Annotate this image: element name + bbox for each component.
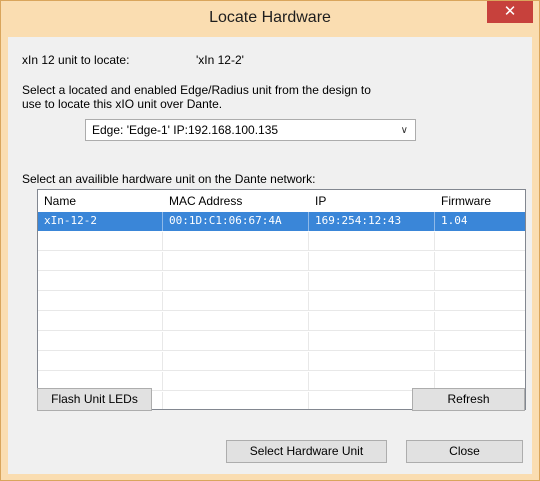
empty-row: [38, 232, 525, 251]
instruction-line-1: Select a located and enabled Edge/Radius…: [22, 83, 371, 97]
empty-row: [38, 332, 525, 351]
dialog-body: xIn 12 unit to locate: 'xIn 12-2' Select…: [8, 37, 532, 474]
column-header-ip[interactable]: IP: [315, 194, 326, 209]
close-icon: ✕: [503, 3, 517, 20]
empty-row: [38, 312, 525, 331]
empty-row: [38, 292, 525, 311]
refresh-button[interactable]: Refresh: [412, 388, 525, 411]
edge-unit-select[interactable]: Edge: 'Edge-1' IP:192.168.100.135 ∨: [85, 119, 416, 141]
column-header-mac[interactable]: MAC Address: [169, 194, 242, 209]
chevron-down-icon[interactable]: ∨: [401, 123, 408, 138]
close-window-button[interactable]: ✕: [487, 1, 533, 23]
empty-row: [38, 272, 525, 291]
cell-firmware: 1.04: [441, 214, 468, 227]
instruction-line-2: use to locate this xIO unit over Dante.: [22, 97, 223, 111]
empty-row: [38, 252, 525, 271]
cell-mac: 00:1D:C1:06:67:4A: [163, 212, 309, 231]
locate-hardware-window: Locate Hardware ✕ xIn 12 unit to locate:…: [0, 0, 540, 481]
cell-ip: 169:254:12:43: [309, 212, 435, 231]
table-header: Name MAC Address IP Firmware: [38, 190, 525, 212]
column-header-firmware[interactable]: Firmware: [441, 194, 491, 209]
column-header-name[interactable]: Name: [44, 194, 76, 209]
hardware-units-table[interactable]: Name MAC Address IP Firmware xIn-12-2 00…: [37, 189, 526, 410]
close-button[interactable]: Close: [406, 440, 523, 463]
locate-unit-label: xIn 12 unit to locate:: [22, 53, 130, 67]
select-hardware-unit-button[interactable]: Select Hardware Unit: [226, 440, 387, 463]
title-bar[interactable]: Locate Hardware ✕: [1, 1, 539, 37]
empty-row: [38, 352, 525, 371]
edge-unit-selected-value: Edge: 'Edge-1' IP:192.168.100.135: [92, 123, 279, 137]
cell-name: xIn-12-2: [38, 212, 163, 231]
flash-unit-leds-button[interactable]: Flash Unit LEDs: [37, 388, 152, 411]
locate-unit-value: 'xIn 12-2': [196, 53, 244, 67]
window-title: Locate Hardware: [209, 9, 331, 26]
table-row[interactable]: xIn-12-2 00:1D:C1:06:67:4A 169:254:12:43…: [38, 212, 525, 231]
network-units-label: Select an availible hardware unit on the…: [22, 172, 316, 186]
